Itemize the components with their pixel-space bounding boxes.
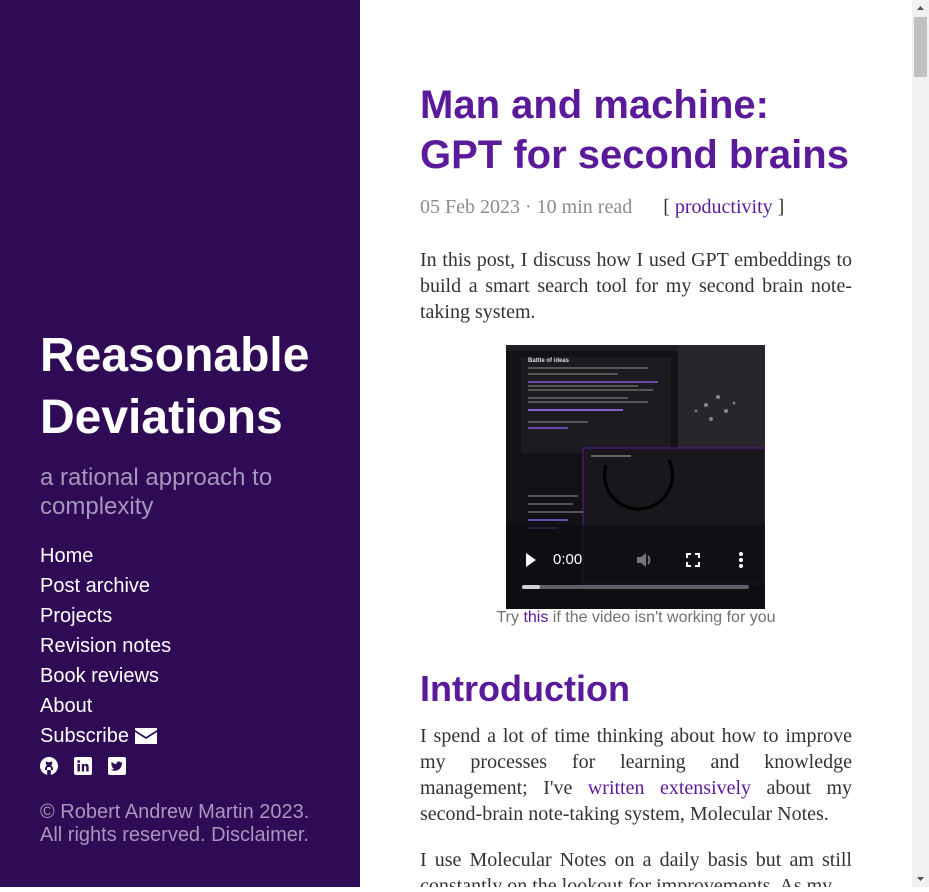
nav-link-post-archive[interactable]: Post archive (40, 571, 171, 601)
more-options-icon[interactable] (738, 552, 744, 568)
sidebar-nav: Home Post archive Projects Revision note… (40, 541, 171, 753)
video-progress-track[interactable] (522, 585, 749, 589)
caption-suffix: if the video isn't working for you (552, 609, 776, 626)
twitter-icon[interactable] (108, 757, 126, 775)
scrollbar-thumb[interactable] (914, 17, 927, 77)
scroll-down-arrow-icon[interactable] (912, 870, 929, 887)
main-content: Man and machine: GPT for second brains 0… (360, 0, 912, 887)
nav-link-book-reviews[interactable]: Book reviews (40, 661, 171, 691)
intro-body-paragraph: I spend a lot of time thinking about how… (420, 723, 852, 827)
tag-productivity[interactable]: productivity (675, 196, 773, 218)
post-meta: 05 Feb 2023 · 10 min read [ productivity… (420, 196, 784, 219)
caption-prefix: Try (496, 609, 519, 626)
social-links (40, 757, 126, 775)
scroll-up-arrow-icon[interactable] (912, 0, 929, 17)
nav-link-home[interactable]: Home (40, 541, 171, 571)
meta-separator: · (525, 196, 532, 218)
post-date: 05 Feb 2023 (420, 196, 520, 218)
video-player[interactable]: Battle of ideas 0:00 (506, 345, 765, 609)
post-tags: [ productivity ] (663, 196, 784, 218)
play-icon[interactable] (524, 552, 538, 568)
written-extensively-link[interactable]: written extensively (588, 777, 751, 799)
video-frame: Battle of ideas (506, 345, 765, 609)
tag-close-bracket: ] (777, 196, 785, 218)
caption-link[interactable]: this (523, 609, 548, 626)
video-progress-fill (522, 585, 541, 589)
nav-link-revision-notes[interactable]: Revision notes (40, 631, 171, 661)
nav-link-projects[interactable]: Projects (40, 601, 171, 631)
sidebar: Reasonable Deviations a rational approac… (0, 0, 360, 887)
rights-text: All rights reserved. Disclaimer. (40, 824, 309, 846)
tag-open-bracket: [ (663, 196, 670, 218)
vertical-scrollbar[interactable] (912, 0, 929, 887)
volume-icon[interactable] (636, 552, 654, 568)
paragraph-3: I use Molecular Notes on a daily basis b… (420, 849, 852, 887)
intro-paragraph: In this post, I discuss how I used GPT e… (420, 249, 852, 323)
post-title: Man and machine: GPT for second brains (420, 80, 860, 180)
nav-link-subscribe[interactable]: Subscribe (40, 721, 171, 753)
post-title-line-1: Man and machine: (420, 83, 769, 127)
section-heading-introduction: Introduction (420, 668, 630, 709)
subscribe-label: Subscribe (40, 725, 129, 747)
envelope-icon (134, 723, 157, 753)
video-time: 0:00 (553, 551, 583, 568)
post-title-line-2: GPT for second brains (420, 133, 849, 177)
embedded-note-title: Battle of ideas (528, 358, 570, 364)
linkedin-icon[interactable] (74, 757, 92, 775)
site-title[interactable]: Reasonable Deviations (40, 325, 340, 449)
fullscreen-icon[interactable] (686, 553, 700, 567)
video-caption: Try this if the video isn't working for … (420, 609, 852, 627)
read-time: 10 min read (536, 196, 633, 218)
copyright-text: © Robert Andrew Martin 2023. (40, 801, 310, 823)
site-tagline: a rational approach to complexity (40, 464, 273, 520)
nav-link-about[interactable]: About (40, 691, 171, 721)
github-icon[interactable] (40, 757, 58, 775)
sidebar-footer: © Robert Andrew Martin 2023. All rights … (40, 801, 309, 847)
